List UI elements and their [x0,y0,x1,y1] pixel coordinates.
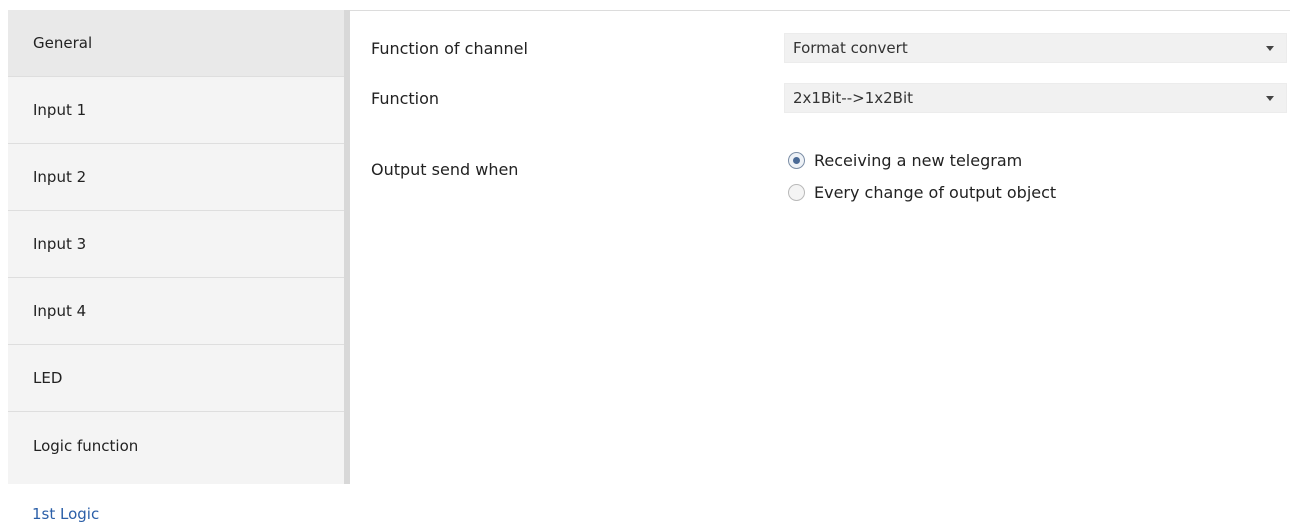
output-send-when-label: Output send when [371,160,519,179]
sidebar-item-input-2[interactable]: Input 2 [8,144,344,211]
select-value: Format convert [793,39,908,57]
radio-option-every-change-of-output-object[interactable]: Every change of output object [788,176,1056,208]
radio-option-label: Every change of output object [814,182,1057,202]
sidebar-item-label: Input 3 [33,235,87,253]
radio-option-receiving-new-telegram[interactable]: Receiving a new telegram [788,144,1056,176]
sidebar-item-label: LED [33,369,63,387]
sidebar-item-input-3[interactable]: Input 3 [8,211,344,278]
function-of-channel-select[interactable]: Format convert [784,33,1287,63]
select-value: 2x1Bit-->1x2Bit [793,89,913,107]
sidebar-item-general[interactable]: General [8,10,344,77]
function-of-channel-label: Function of channel [371,39,528,58]
sidebar-item-label: Logic function [33,436,139,455]
radio-dot-icon [793,156,800,164]
sidebar-item-label: Input 4 [33,302,87,320]
content-top-divider [350,10,1290,11]
tree-item-1st-logic[interactable]: 1st Logic [32,505,99,523]
sidebar-item-input-1[interactable]: Input 1 [8,77,344,144]
parameter-window: General Input 1 Input 2 Input 3 Input 4 … [0,0,1290,530]
output-send-when-radio-group: Receiving a new telegram Every change of… [788,144,1056,208]
function-select[interactable]: 2x1Bit-->1x2Bit [784,83,1287,113]
radio-option-label: Receiving a new telegram [814,150,1023,170]
radio-button-unchecked[interactable] [788,183,805,201]
sidebar-item-label: General [33,34,93,52]
sidebar: General Input 1 Input 2 Input 3 Input 4 … [8,10,350,484]
sidebar-item-label: Input 1 [33,101,87,119]
chevron-down-icon [1266,95,1274,101]
sidebar-item-input-4[interactable]: Input 4 [8,278,344,345]
chevron-down-icon [1266,45,1274,51]
sidebar-item-led[interactable]: LED [8,345,344,412]
radio-button-checked[interactable] [788,151,805,169]
sidebar-item-logic-function[interactable]: Logic function [8,412,344,479]
sidebar-item-label: Input 2 [33,168,87,186]
function-label: Function [371,89,440,108]
